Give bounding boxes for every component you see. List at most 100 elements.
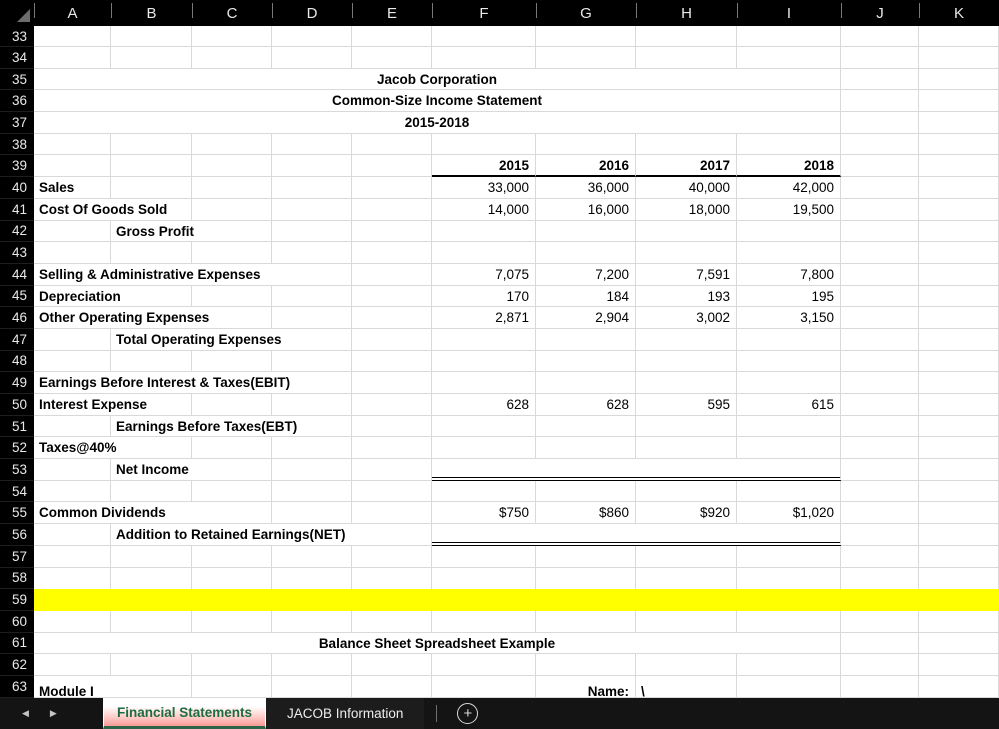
row-header-50[interactable]: 50	[0, 394, 34, 416]
cell-G50[interactable]: 628	[536, 394, 636, 416]
cell-I48[interactable]	[737, 351, 841, 373]
cell-C45[interactable]	[192, 286, 272, 308]
row-header-39[interactable]: 39	[0, 155, 34, 177]
cell-F43[interactable]	[432, 242, 536, 264]
cell-J57[interactable]	[841, 546, 919, 568]
cell-K40[interactable]	[919, 177, 999, 199]
cell-H54[interactable]	[636, 481, 737, 503]
cell-E47[interactable]	[352, 329, 432, 351]
row-header-34[interactable]: 34	[0, 47, 34, 69]
cell-F57[interactable]	[432, 546, 536, 568]
cell-K56[interactable]	[919, 524, 999, 546]
cell-E48[interactable]	[352, 351, 432, 373]
cell-A53[interactable]	[34, 459, 111, 481]
cell-K52[interactable]	[919, 437, 999, 459]
cell-K41[interactable]	[919, 199, 999, 221]
cell-H46[interactable]: 3,002	[636, 307, 737, 329]
cell-J34[interactable]	[841, 47, 919, 69]
cell-F55[interactable]: $750	[432, 502, 536, 524]
cell-J50[interactable]	[841, 394, 919, 416]
cell-C43[interactable]	[192, 242, 272, 264]
cell-H63[interactable]: \	[636, 676, 737, 698]
cell-F40[interactable]: 33,000	[432, 177, 536, 199]
cell-G52[interactable]	[536, 437, 636, 459]
cell-A44[interactable]: Selling & Administrative Expenses	[34, 264, 352, 286]
row-header-43[interactable]: 43	[0, 242, 34, 264]
cell-F46[interactable]: 2,871	[432, 307, 536, 329]
cell-B33[interactable]	[111, 26, 192, 47]
cell-J36[interactable]	[841, 90, 919, 112]
cell-A46[interactable]: Other Operating Expenses	[34, 307, 272, 329]
cell-G51[interactable]	[536, 416, 636, 438]
cell-A62[interactable]	[34, 654, 111, 676]
column-header-C[interactable]: C	[192, 0, 272, 26]
cell-F47[interactable]	[432, 329, 536, 351]
cell-B62[interactable]	[111, 654, 192, 676]
cell-E58[interactable]	[352, 568, 432, 590]
cell-A49[interactable]: Earnings Before Interest & Taxes(EBIT)	[34, 372, 352, 394]
cell-K61[interactable]	[919, 633, 999, 655]
row-header-61[interactable]: 61	[0, 633, 34, 655]
cell-F56[interactable]	[432, 524, 841, 546]
cell-J33[interactable]	[841, 26, 919, 47]
cell-H57[interactable]	[636, 546, 737, 568]
cell-H62[interactable]	[636, 654, 737, 676]
cell-J39[interactable]	[841, 155, 919, 177]
cell-K42[interactable]	[919, 221, 999, 243]
column-header-H[interactable]: H	[636, 0, 737, 26]
cell-D54[interactable]	[272, 481, 352, 503]
cell-B38[interactable]	[111, 134, 192, 156]
cell-D58[interactable]	[272, 568, 352, 590]
cell-A57[interactable]	[34, 546, 111, 568]
row-header-57[interactable]: 57	[0, 546, 34, 568]
cell-I43[interactable]	[737, 242, 841, 264]
next-sheet-arrow-icon[interactable]: ▶	[50, 708, 57, 719]
cell-H60[interactable]	[636, 611, 737, 633]
cell-K39[interactable]	[919, 155, 999, 177]
cell-A52[interactable]: Taxes@40%	[34, 437, 192, 459]
cell-F51[interactable]	[432, 416, 536, 438]
cell-I52[interactable]	[737, 437, 841, 459]
row-header-54[interactable]: 54	[0, 481, 34, 503]
cell-D40[interactable]	[272, 177, 352, 199]
cell-K46[interactable]	[919, 307, 999, 329]
cell-C48[interactable]	[192, 351, 272, 373]
cell-I54[interactable]	[737, 481, 841, 503]
cell-E46[interactable]	[352, 307, 432, 329]
cell-E45[interactable]	[352, 286, 432, 308]
cell-C54[interactable]	[192, 481, 272, 503]
cell-G41[interactable]: 16,000	[536, 199, 636, 221]
cell-I60[interactable]	[737, 611, 841, 633]
row-header-45[interactable]: 45	[0, 286, 34, 308]
cell-K36[interactable]	[919, 90, 999, 112]
cell-J41[interactable]	[841, 199, 919, 221]
cell-A40[interactable]: Sales	[34, 177, 111, 199]
cell-J46[interactable]	[841, 307, 919, 329]
cell-D45[interactable]	[272, 286, 352, 308]
row-header-52[interactable]: 52	[0, 437, 34, 459]
cell-K38[interactable]	[919, 134, 999, 156]
cell-G42[interactable]	[536, 221, 636, 243]
column-header-D[interactable]: D	[272, 0, 352, 26]
row-header-53[interactable]: 53	[0, 459, 34, 481]
add-sheet-button[interactable]: +	[457, 703, 478, 724]
cell-E34[interactable]	[352, 47, 432, 69]
cell-J55[interactable]	[841, 502, 919, 524]
row-header-56[interactable]: 56	[0, 524, 34, 546]
cell-G58[interactable]	[536, 568, 636, 590]
cell-A47[interactable]	[34, 329, 111, 351]
cell-F34[interactable]	[432, 47, 536, 69]
cell-B42[interactable]: Gross Profit	[111, 221, 272, 243]
cell-B43[interactable]	[111, 242, 192, 264]
cell-E44[interactable]	[352, 264, 432, 286]
cell-H40[interactable]: 40,000	[636, 177, 737, 199]
cell-J62[interactable]	[841, 654, 919, 676]
cell-A33[interactable]	[34, 26, 111, 47]
cell-E33[interactable]	[352, 26, 432, 47]
row-header-58[interactable]: 58	[0, 568, 34, 590]
cell-H55[interactable]: $920	[636, 502, 737, 524]
cell-A63[interactable]: Module I	[34, 676, 192, 698]
cell-C38[interactable]	[192, 134, 272, 156]
cell-B57[interactable]	[111, 546, 192, 568]
cell-F60[interactable]	[432, 611, 536, 633]
